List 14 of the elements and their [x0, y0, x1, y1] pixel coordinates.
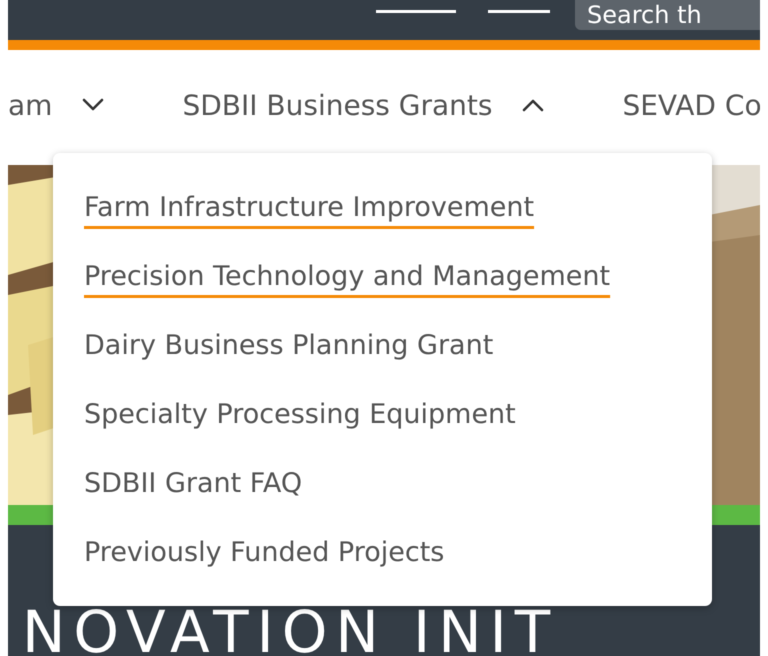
nav-item[interactable]: am — [8, 88, 104, 122]
menu-item[interactable]: Previously Funded Projects — [84, 532, 444, 601]
menu-item[interactable]: Specialty Processing Equipment — [84, 394, 516, 463]
chevron-icon — [82, 98, 104, 112]
hero-heading: NOVATION INIT — [22, 609, 558, 655]
menu-item[interactable]: Farm Infrastructure Improvement — [84, 187, 534, 256]
search-field[interactable]: Search th — [575, 0, 760, 30]
menu-item[interactable]: Dairy Business Planning Grant — [84, 325, 494, 394]
nav-item[interactable]: SEVAD Co — [622, 88, 760, 122]
nav-item[interactable]: SDBII Business Grants — [182, 88, 544, 122]
chevron-icon — [522, 98, 544, 112]
menu-item[interactable]: SDBII Grant FAQ — [84, 463, 302, 532]
link-underline — [488, 10, 550, 13]
menu-item[interactable]: Precision Technology and Management — [84, 256, 610, 325]
